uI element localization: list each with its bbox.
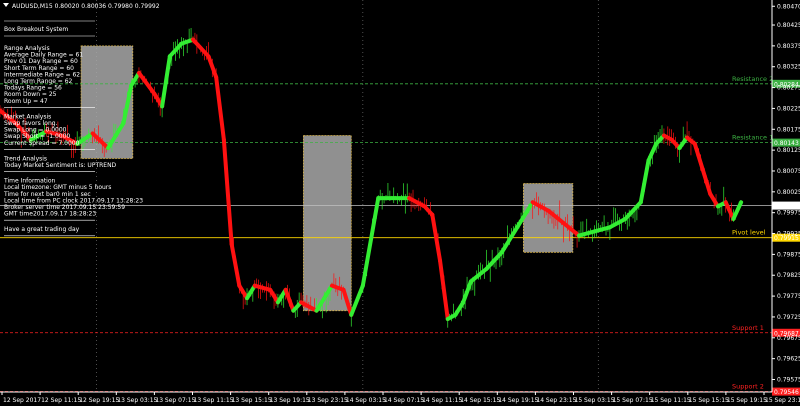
x-tick-label: 13 Sep 23:15 [308,397,348,404]
y-tick-label: 0.79575 [777,376,800,383]
y-tick-label: 0.79925 [777,231,800,238]
price-segment [700,166,713,196]
y-tick-label: 0.80425 [777,22,800,29]
y-tick-label: 0.79825 [777,272,800,279]
level-price-label: 0.80143 [774,140,799,147]
panel-line: Room Up = 47 [4,98,48,105]
x-tick-label: 12 Sep 11:15 [41,397,81,404]
y-tick-label: 0.79875 [777,251,800,258]
x-tick-label: 14 Sep 15:15 [460,397,500,404]
price-segment [592,225,612,234]
y-tick-label: 0.79725 [777,314,800,321]
y-tick-label: 0.79625 [777,356,800,363]
x-tick-label: 14 Sep 11:15 [422,397,462,404]
level-label: Resistance 2 [732,75,773,83]
price-segment [360,196,381,288]
x-tick-label: 15 Sep 11:15 [651,397,691,404]
price-segment [692,141,705,171]
level-price-label: 0.79546 [774,389,799,396]
panel-line: Current Spread = 7.0000 [4,140,80,147]
x-tick-label: 13 Sep 11:15 [194,397,234,404]
y-tick-label: 0.80470 [777,3,800,10]
x-tick-label: 15 Sep 15:15 [689,397,729,404]
x-tick-label: 14 Sep 23:15 [536,397,576,404]
panel-line: Today Market Sentiment is: UPTREND [3,162,117,169]
y-tick-label: 0.79975 [777,210,800,217]
price-segment [638,158,651,205]
y-tick-label: 0.80325 [777,64,800,71]
chart-header: AUDUSD,M15 0.80020 0.80036 0.79980 0.799… [12,3,160,10]
price-segment [136,70,157,96]
forex-chart[interactable]: Resistance 20.80284Resistance 10.80143Pi… [0,0,800,406]
level-label: Support 2 [732,383,764,391]
x-tick-label: 12 Sep 19:15 [79,397,119,404]
x-tick-label: 14 Sep 07:15 [384,397,424,404]
panel-heading: Box Breakout System [4,26,68,33]
price-segment [191,37,211,59]
breakout-boxes [80,45,574,312]
x-tick-label: 15 Sep 03:15 [575,397,615,404]
price-segment [160,54,172,109]
price-segment [252,283,273,292]
x-tick-label: 13 Sep 07:15 [155,397,195,404]
price-segment [214,75,226,142]
price-segment [499,225,520,255]
price-segment [438,258,450,322]
price-segment [221,137,234,246]
y-tick-label: 0.79675 [777,335,800,342]
y-tick-label: 0.80025 [777,189,800,196]
x-tick-label: 15 Sep 07:15 [613,397,653,404]
x-tick-label: 12 Sep 2017 [3,397,41,404]
y-tick-label: 0.80175 [777,126,800,133]
x-tick-label: 14 Sep 03:15 [346,397,386,404]
dropdown-arrow-icon[interactable] [3,3,9,7]
y-tick-label: 0.80225 [777,105,800,112]
level-label: Support 1 [732,324,764,332]
price-segment [349,283,365,317]
panel-line: Have a great trading day [4,226,80,233]
x-tick-label: 15 Sep 19:15 [727,397,767,404]
level-label: Pivot level [732,229,766,237]
y-tick-label: 0.80375 [777,43,800,50]
x-tick-label: 14 Sep 19:15 [498,397,538,404]
y-tick-label: 0.80125 [777,147,800,154]
x-tick-label: 13 Sep 03:15 [117,397,157,404]
x-tick-label: 13 Sep 15:15 [232,397,272,404]
panel-line: GMT time2017.09.17 18:28:23 [4,211,96,218]
x-tick-label: 15 Sep 23:15 [765,397,800,404]
price-segment [453,300,466,317]
price-segment [577,229,597,238]
price-segment [731,200,744,221]
level-label: Resistance 1 [732,134,773,142]
y-tick-label: 0.79775 [777,293,800,300]
breakout-box [302,135,352,312]
x-tick-label: 13 Sep 19:15 [270,397,310,404]
y-tick-label: 0.80075 [777,168,800,175]
y-tick-label: 0.80275 [777,85,800,92]
price-segment [229,241,242,288]
